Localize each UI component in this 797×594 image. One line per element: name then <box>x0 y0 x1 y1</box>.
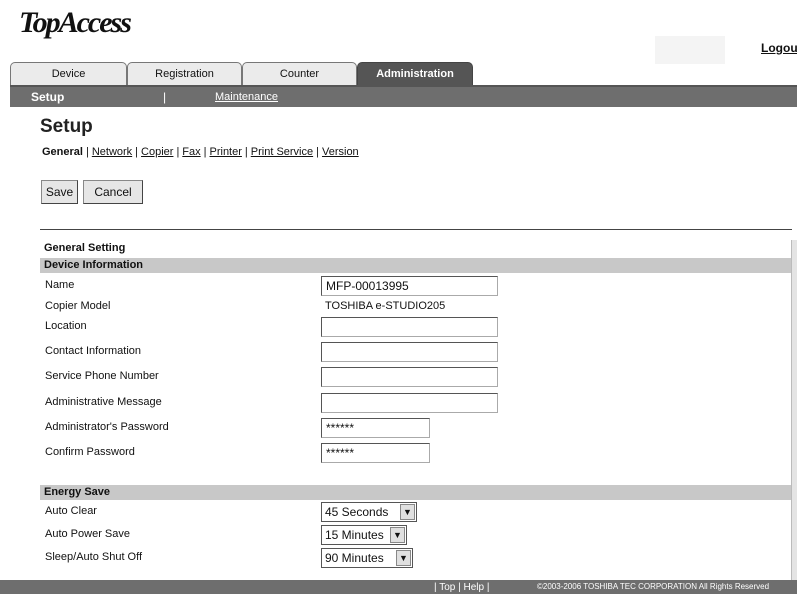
chevron-down-icon[interactable]: ▼ <box>400 504 415 520</box>
name-input[interactable] <box>321 276 498 296</box>
topaccess-logo: TopAccess <box>19 6 132 39</box>
logout-link[interactable]: Logout <box>761 41 797 55</box>
location-input[interactable] <box>321 317 498 337</box>
sub-navigation: Setup | Maintenance <box>10 87 797 107</box>
link-version[interactable]: Version <box>322 146 359 158</box>
auto-power-save-select[interactable]: 15 Minutes ▼ <box>321 525 407 545</box>
location-label: Location <box>45 320 87 332</box>
cancel-button[interactable]: Cancel <box>83 180 143 204</box>
tab-administration[interactable]: Administration <box>357 62 473 86</box>
footer: | Top | Help | ©2003-2006 TOSHIBA TEC CO… <box>0 580 797 594</box>
energy-save-header: Energy Save <box>40 485 792 500</box>
link-print-service[interactable]: Print Service <box>251 146 313 158</box>
copier-model-label: Copier Model <box>45 300 111 312</box>
main-tabs: Device Registration Counter Administrati… <box>10 62 797 86</box>
vertical-scrollbar[interactable] <box>791 240 797 580</box>
tab-counter[interactable]: Counter <box>242 62 357 86</box>
subnav-maintenance[interactable]: Maintenance <box>215 91 278 103</box>
auto-clear-label: Auto Clear <box>45 505 97 517</box>
admin-password-input[interactable] <box>321 418 430 438</box>
sleep-label: Sleep/Auto Shut Off <box>45 551 143 563</box>
service-phone-label: Service Phone Number <box>45 370 159 382</box>
tab-device[interactable]: Device <box>10 62 127 86</box>
auto-power-save-label: Auto Power Save <box>45 528 130 540</box>
footer-links[interactable]: | Top | Help | <box>434 582 489 593</box>
confirm-password-input[interactable] <box>321 443 430 463</box>
admin-message-label: Administrative Message <box>45 396 162 408</box>
page-title: Setup <box>40 116 93 137</box>
link-network[interactable]: Network <box>92 146 132 158</box>
auto-clear-value: 45 Seconds <box>325 505 389 519</box>
link-copier[interactable]: Copier <box>141 146 173 158</box>
header: TopAccess Logout <box>0 0 797 64</box>
chevron-down-icon[interactable]: ▼ <box>390 527 405 543</box>
contact-information-label: Contact Information <box>45 345 141 357</box>
link-fax[interactable]: Fax <box>182 146 200 158</box>
copier-model-value: TOSHIBA e-STUDIO205 <box>325 300 446 312</box>
link-printer[interactable]: Printer <box>210 146 242 158</box>
link-general[interactable]: General <box>42 146 83 158</box>
header-status-box <box>655 36 725 64</box>
sleep-value: 90 Minutes <box>325 551 384 565</box>
general-setting-title: General Setting <box>44 242 126 254</box>
save-button[interactable]: Save <box>41 180 78 204</box>
contact-information-input[interactable] <box>321 342 498 362</box>
service-phone-input[interactable] <box>321 367 498 387</box>
divider <box>40 229 792 230</box>
subnav-separator: | <box>163 90 167 104</box>
footer-copyright: ©2003-2006 TOSHIBA TEC CORPORATION All R… <box>537 582 770 591</box>
chevron-down-icon[interactable]: ▼ <box>396 550 411 566</box>
tab-registration[interactable]: Registration <box>127 62 242 86</box>
subnav-setup[interactable]: Setup <box>31 90 64 104</box>
name-label: Name <box>45 279 75 291</box>
admin-password-label: Administrator's Password <box>45 421 169 433</box>
auto-power-save-value: 15 Minutes <box>325 528 384 542</box>
confirm-password-label: Confirm Password <box>45 446 135 458</box>
admin-message-input[interactable] <box>321 393 498 413</box>
setup-sub-links: General | Network | Copier | Fax | Printer | Print… <box>42 146 359 158</box>
device-information-header: Device Information <box>40 258 792 273</box>
auto-clear-select[interactable]: 45 Seconds ▼ <box>321 502 417 522</box>
sleep-select[interactable]: 90 Minutes ▼ <box>321 548 413 568</box>
